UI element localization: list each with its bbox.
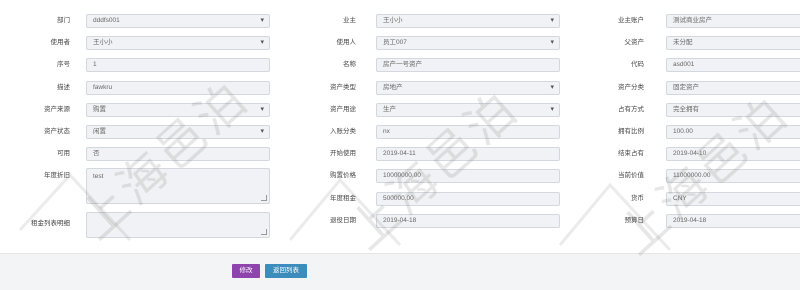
own-ratio-field[interactable]: 100.00 [666,125,800,139]
back-to-list-button[interactable]: 返回列表 [265,264,307,278]
budget-date-field[interactable]: 2019-04-18 [666,214,800,228]
label-desc: 描述 [57,84,70,91]
edit-button[interactable]: 修改 [232,264,260,278]
label-current-value: 当前价值 [618,172,644,179]
name-field[interactable]: 房产一号资产 [376,58,560,72]
label-parent-asset: 父资产 [624,39,645,46]
label-source: 资产来源 [44,106,70,113]
rent-detail-textarea[interactable] [86,212,270,238]
label-name: 名称 [343,61,356,68]
source-select[interactable]: 购置 [86,103,270,117]
desc-field[interactable]: fawkru [86,81,270,95]
resize-handle-icon[interactable] [261,229,267,235]
footer-bar [0,253,800,290]
currency-field[interactable]: CNY [666,192,800,206]
holding-mode-field[interactable]: 完全拥有 [666,103,800,117]
end-holding-field[interactable]: 2019-04-10 [666,147,800,161]
label-asset-cat: 资产分类 [618,84,644,91]
resize-handle-icon[interactable] [261,195,267,201]
label-dept: 部门 [57,17,70,24]
annual-dep-text: test [93,173,104,180]
label-annual-dep: 年度折旧 [44,172,70,179]
label-purchase-price: 购置价格 [330,172,356,179]
seq-field[interactable]: 1 [86,58,270,72]
current-value-field[interactable]: 11000000.00 [666,169,800,183]
owner-account-field[interactable]: 测试商业房产 [666,14,800,28]
label-status: 资产状态 [44,128,70,135]
owner-select[interactable]: 王小小 [376,14,560,28]
status-select[interactable]: 闲置 [86,125,270,139]
code-field[interactable]: asd001 [666,58,800,72]
dept-select[interactable]: dddfs001 [86,14,270,28]
label-account-cat: 入账分类 [330,128,356,135]
parent-asset-field[interactable]: 未分配 [666,36,800,50]
asset-use-select[interactable]: 生产 [376,103,560,117]
label-annual-rent: 年度租金 [330,195,356,202]
start-date-field[interactable]: 2019-04-11 [376,147,560,161]
annual-dep-textarea[interactable]: test [86,168,270,204]
user-select[interactable]: 王小小 [86,36,270,50]
label-user: 使用者 [50,39,71,46]
label-holding-mode: 占有方式 [618,106,644,113]
label-asset-type: 资产类型 [330,84,356,91]
label-rent-detail: 租金列表明细 [31,220,70,227]
asset-type-select[interactable]: 房地产 [376,81,560,95]
label-budget-date: 预算日 [624,217,645,224]
label-user2: 使用人 [336,39,357,46]
label-asset-use: 资产用途 [330,106,356,113]
available-field[interactable]: 否 [86,147,270,161]
label-retire-date: 退役日期 [330,217,356,224]
user2-select[interactable]: 员工007 [376,36,560,50]
watermark-text: 上海邑泊 [330,71,531,262]
label-available: 可用 [57,150,70,157]
asset-cat-field[interactable]: 固定资产 [666,81,800,95]
label-seq: 序号 [57,61,70,68]
account-cat-field[interactable]: nx [376,125,560,139]
label-code: 代码 [631,61,644,68]
label-start-date: 开始使用 [330,150,356,157]
label-end-holding: 结束占有 [618,150,644,157]
purchase-price-field[interactable]: 10000000.00 [376,169,560,183]
label-owner: 业主 [343,17,356,24]
label-currency: 货币 [631,195,644,202]
retire-date-field[interactable]: 2019-04-18 [376,214,560,228]
annual-rent-field[interactable]: 500000.00 [376,192,560,206]
label-own-ratio: 拥有比例 [618,128,644,135]
label-owner-account: 业主账户 [618,17,644,24]
